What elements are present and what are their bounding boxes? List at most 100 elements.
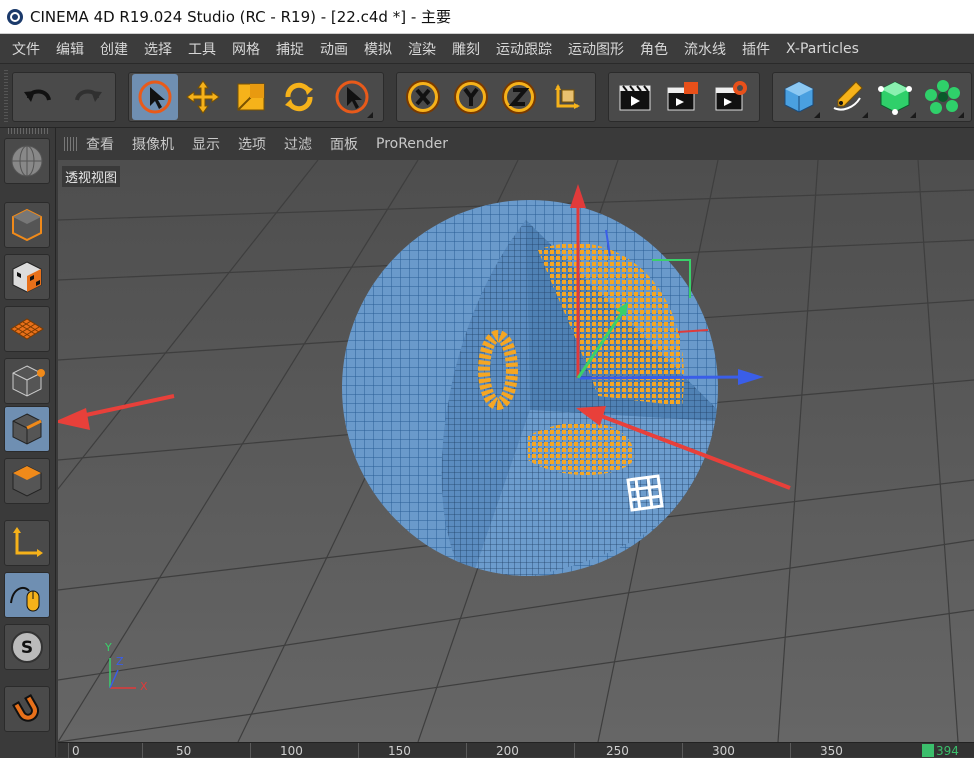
move-icon — [186, 80, 220, 114]
menu-x-particles[interactable]: X-Particles — [778, 41, 867, 57]
view-menu-cameras[interactable]: 摄像机 — [132, 134, 174, 154]
edges-mode-button[interactable] — [4, 406, 50, 452]
menu-snap[interactable]: 捕捉 — [268, 39, 312, 59]
window-title: CINEMA 4D R19.024 Studio (RC - R19) - [2… — [30, 8, 451, 26]
workplane-mode-icon — [10, 318, 44, 340]
rotate-button[interactable] — [276, 74, 322, 120]
snap-button[interactable] — [4, 686, 50, 732]
texture-mode-icon — [12, 261, 42, 293]
world-axis-y-label: Y — [105, 641, 112, 654]
move-button[interactable] — [180, 74, 226, 120]
axis-mode-button[interactable] — [4, 520, 50, 566]
view-menu-display[interactable]: 显示 — [192, 134, 220, 154]
main-menubar: 文件 编辑 创建 选择 工具 网格 捕捉 动画 模拟 渲染 雕刻 运动跟踪 运动… — [0, 34, 974, 64]
view-menu-panel[interactable]: 面板 — [330, 134, 358, 154]
undo-icon — [24, 89, 51, 102]
world-axis-x-label: X — [140, 680, 148, 693]
menu-file[interactable]: 文件 — [4, 39, 48, 59]
pen-spline-icon — [833, 81, 863, 111]
scale-icon — [237, 83, 265, 111]
coordinate-system-icon — [555, 84, 580, 109]
menu-select[interactable]: 选择 — [136, 39, 180, 59]
menu-sculpt[interactable]: 雕刻 — [444, 39, 488, 59]
timeline-ruler[interactable]: 0 50 100 150 200 250 300 350 394 — [58, 742, 974, 758]
polygons-mode-button[interactable] — [4, 458, 50, 504]
menu-motion-tracking[interactable]: 运动跟踪 — [488, 39, 560, 59]
timeline-tick — [68, 743, 69, 758]
perspective-viewport[interactable]: 透视视图 Y Z X — [58, 160, 974, 742]
redo-icon — [75, 89, 102, 102]
sidebar-grip[interactable] — [8, 128, 48, 134]
render-picture-viewer-button[interactable] — [660, 74, 706, 120]
tweak-mode-icon — [10, 586, 40, 612]
view-menu-options[interactable]: 选项 — [238, 134, 266, 154]
viewport-menu-grip[interactable] — [64, 137, 78, 151]
menu-mograph[interactable]: 运动图形 — [560, 39, 632, 59]
subdivision-surface-button[interactable] — [872, 74, 918, 120]
viewport-menubar: 查看 摄像机 显示 选项 过滤 面板 ProRender — [56, 128, 974, 160]
menu-pipeline[interactable]: 流水线 — [676, 39, 734, 59]
live-select-button[interactable] — [132, 74, 178, 120]
render-picture-viewer-icon — [667, 82, 698, 111]
timeline-playhead[interactable] — [922, 744, 934, 757]
workplane-mode-button[interactable] — [4, 306, 50, 352]
timeline-tick-label: 0 — [72, 744, 80, 758]
objects-group — [772, 72, 972, 122]
render-group — [608, 72, 760, 122]
current-frame: 394 — [936, 744, 959, 758]
main-toolbar — [0, 64, 974, 128]
model-mode-button[interactable] — [4, 202, 50, 248]
solo-button[interactable]: S — [4, 624, 50, 670]
menu-render[interactable]: 渲染 — [400, 39, 444, 59]
menu-plugins[interactable]: 插件 — [734, 39, 778, 59]
menu-create[interactable]: 创建 — [92, 39, 136, 59]
undo-button[interactable] — [16, 74, 62, 120]
live-select-icon — [138, 80, 172, 114]
view-menu-filter[interactable]: 过滤 — [284, 134, 312, 154]
view-menu-view[interactable]: 查看 — [86, 134, 114, 154]
z-axis-lock-button[interactable] — [496, 74, 542, 120]
render-view-button[interactable] — [612, 74, 658, 120]
redo-button[interactable] — [64, 74, 110, 120]
render-settings-button[interactable] — [708, 74, 754, 120]
cloner-button[interactable] — [920, 74, 966, 120]
toolbar-grip[interactable] — [4, 70, 8, 122]
menu-mesh[interactable]: 网格 — [224, 39, 268, 59]
view-menu-prorender[interactable]: ProRender — [376, 136, 448, 152]
y-axis-lock-button[interactable] — [448, 74, 494, 120]
x-axis-lock-button[interactable] — [400, 74, 446, 120]
menu-tools[interactable]: 工具 — [180, 39, 224, 59]
recent-tool-button[interactable] — [329, 74, 375, 120]
points-mode-button[interactable] — [4, 358, 50, 404]
recent-tool-icon — [335, 80, 369, 114]
menu-character[interactable]: 角色 — [632, 39, 676, 59]
solo-icon: S — [11, 631, 43, 663]
coordinate-system-button[interactable] — [544, 74, 590, 120]
cube-object-button[interactable] — [776, 74, 822, 120]
tools-group — [128, 72, 384, 122]
texture-mode-button[interactable] — [4, 254, 50, 300]
pen-spline-button[interactable] — [824, 74, 870, 120]
x-axis-lock-icon — [406, 80, 440, 114]
menu-simulate[interactable]: 模拟 — [356, 39, 400, 59]
axis-lock-group — [396, 72, 596, 122]
points-mode-icon — [12, 365, 45, 397]
make-editable-icon — [11, 145, 43, 177]
make-editable-button[interactable] — [4, 138, 50, 184]
timeline-tick-label: 50 — [176, 744, 192, 758]
window-titlebar: CINEMA 4D R19.024 Studio (RC - R19) - [2… — [0, 0, 974, 34]
timeline-tick-label: 150 — [388, 744, 411, 758]
menu-edit[interactable]: 编辑 — [48, 39, 92, 59]
timeline-tick-label: 250 — [606, 744, 629, 758]
timeline-tick — [574, 743, 575, 758]
z-axis-lock-icon — [502, 80, 536, 114]
mode-sidebar: S — [0, 128, 56, 757]
tweak-mode-button[interactable] — [4, 572, 50, 618]
menu-animate[interactable]: 动画 — [312, 39, 356, 59]
timeline-tick — [142, 743, 143, 758]
cloner-icon — [925, 80, 960, 114]
render-settings-icon — [715, 81, 747, 111]
timeline-tick-label: 100 — [280, 744, 303, 758]
scale-button[interactable] — [228, 74, 274, 120]
rotate-icon — [285, 82, 313, 112]
